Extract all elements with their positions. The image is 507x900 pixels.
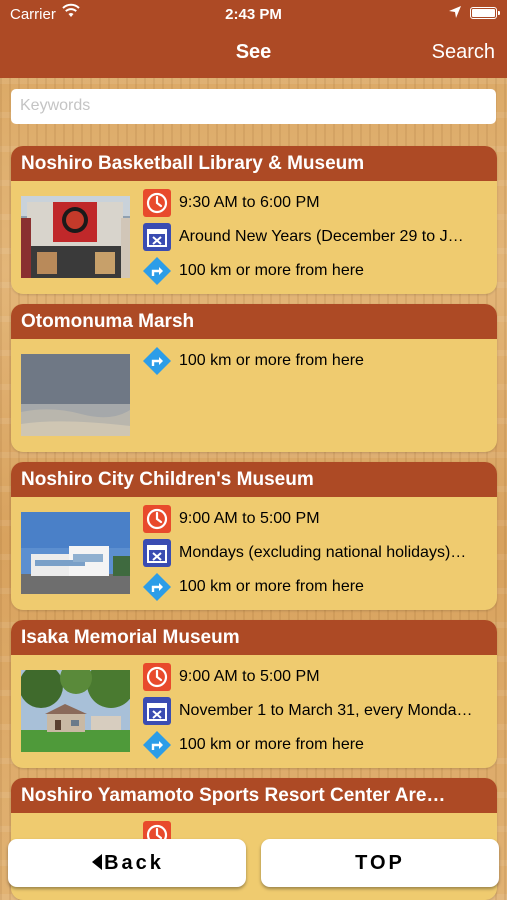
search-input[interactable]: Keywords: [11, 89, 496, 124]
card-title: Noshiro Yamamoto Sports Resort Center Ar…: [11, 778, 497, 813]
card-title: Otomonuma Marsh: [11, 304, 497, 339]
top-button[interactable]: TOP: [261, 839, 499, 887]
closed-days-text: November 1 to March 31, every Monda…: [179, 702, 473, 719]
hours-text: 9:00 AM to 5:00 PM: [179, 510, 320, 527]
status-time: 2:43 PM: [225, 6, 282, 23]
list-item[interactable]: Otomonuma Marsh 100 km or more from here: [11, 304, 497, 452]
distance-row: 100 km or more from here: [143, 731, 493, 761]
triangle-left-icon: [92, 854, 103, 870]
directions-icon: [143, 257, 171, 285]
clock-icon: [143, 663, 171, 691]
calendar-closed-icon: [143, 223, 171, 251]
hours-row: 9:00 AM to 5:00 PM: [143, 663, 493, 693]
closed-days-row: Mondays (excluding national holidays)…: [143, 539, 493, 569]
memorial-photo: [21, 670, 130, 752]
bottom-bar: Back TOP: [0, 828, 507, 900]
hours-text: 9:30 AM to 6:00 PM: [179, 194, 320, 211]
search-button[interactable]: Search: [432, 41, 495, 64]
distance-text: 100 km or more from here: [179, 736, 364, 753]
status-bar: Carrier 2:43 PM: [0, 0, 507, 28]
location-arrow-icon: [449, 6, 461, 18]
back-button[interactable]: Back: [8, 839, 246, 887]
directions-icon: [143, 347, 171, 375]
directions-icon: [143, 573, 171, 601]
closed-days-row: Around New Years (December 29 to J…: [143, 223, 493, 253]
card-title: Noshiro City Children's Museum: [11, 462, 497, 497]
card-title: Isaka Memorial Museum: [11, 620, 497, 655]
distance-row: 100 km or more from here: [143, 257, 493, 287]
marsh-photo: [21, 354, 130, 436]
distance-row: 100 km or more from here: [143, 573, 493, 603]
list-item[interactable]: Noshiro City Children's Museum 9:00 AM t…: [11, 462, 497, 610]
battery-icon: [470, 7, 500, 19]
calendar-closed-icon: [143, 539, 171, 567]
clock-icon: [143, 505, 171, 533]
list-item[interactable]: Noshiro Basketball Library & Museum 9:30…: [11, 146, 497, 294]
back-button-label: Back: [104, 852, 164, 874]
closed-days-text: Around New Years (December 29 to J…: [179, 228, 464, 245]
closed-days-row: November 1 to March 31, every Monda…: [143, 697, 493, 727]
museum-photo: [21, 196, 130, 278]
distance-text: 100 km or more from here: [179, 262, 364, 279]
card-title: Noshiro Basketball Library & Museum: [11, 146, 497, 181]
hours-row: 9:00 AM to 5:00 PM: [143, 505, 493, 535]
list-item[interactable]: Isaka Memorial Museum 9:00 AM to 5:00 PM…: [11, 620, 497, 768]
distance-row: 100 km or more from here: [143, 347, 493, 377]
directions-icon: [143, 731, 171, 759]
hours-row: 9:30 AM to 6:00 PM: [143, 189, 493, 219]
clock-icon: [143, 189, 171, 217]
nav-bar: Carrier 2:43 PM See Search: [0, 0, 507, 78]
museum-photo: [21, 512, 130, 594]
closed-days-text: Mondays (excluding national holidays)…: [179, 544, 467, 561]
distance-text: 100 km or more from here: [179, 352, 364, 369]
calendar-closed-icon: [143, 697, 171, 725]
distance-text: 100 km or more from here: [179, 578, 364, 595]
hours-text: 9:00 AM to 5:00 PM: [179, 668, 320, 685]
